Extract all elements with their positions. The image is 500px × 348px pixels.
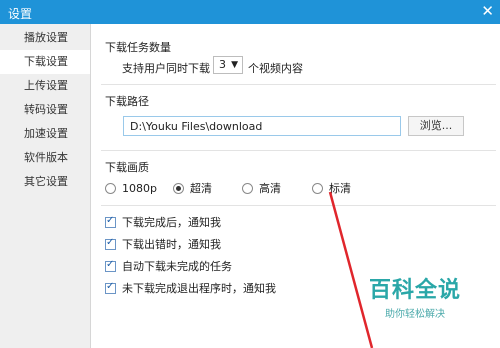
checkbox-label: 下载完成后，通知我 xyxy=(122,216,221,229)
checkbox-label: 下载出错时，通知我 xyxy=(122,238,221,251)
sidebar-item-upload[interactable]: 上传设置 xyxy=(0,74,90,98)
quality-radio-super-hd[interactable]: 超清 xyxy=(173,180,212,196)
divider xyxy=(101,150,496,151)
sidebar-item-download[interactable]: 下载设置 xyxy=(0,50,90,74)
concurrent-count-value: 3 xyxy=(219,58,226,71)
download-settings-panel: 下载任务数量 支持用户同时下载 3 ▼ 个视频内容 下载路径 浏览... 下载画… xyxy=(91,24,500,348)
radio-label: 超清 xyxy=(190,182,212,195)
task-count-heading: 下载任务数量 xyxy=(105,41,171,54)
radio-label: 标清 xyxy=(329,182,351,195)
radio-label: 1080p xyxy=(122,181,157,195)
quality-radio-1080p[interactable]: 1080p xyxy=(105,180,157,196)
sidebar-item-other[interactable]: 其它设置 xyxy=(0,170,90,194)
download-path-input[interactable] xyxy=(123,116,401,136)
sidebar-item-version[interactable]: 软件版本 xyxy=(0,146,90,170)
checkbox-checked[interactable] xyxy=(105,259,116,272)
concurrent-count-select[interactable]: 3 ▼ xyxy=(213,56,243,74)
notify-error-checkbox[interactable]: 下载出错时，通知我 xyxy=(105,236,221,252)
title-bar: 设置 ✕ xyxy=(0,0,500,24)
divider xyxy=(101,205,496,206)
quality-heading: 下载画质 xyxy=(105,161,149,174)
radio-label: 高清 xyxy=(259,182,281,195)
divider xyxy=(101,84,496,85)
chevron-down-icon: ▼ xyxy=(231,60,238,70)
checkbox-label: 未下载完成退出程序时，通知我 xyxy=(122,282,276,295)
radio-button[interactable] xyxy=(242,182,253,194)
settings-sidebar: 播放设置 下载设置 上传设置 转码设置 加速设置 软件版本 其它设置 xyxy=(0,24,91,348)
concurrent-suffix-label: 个视频内容 xyxy=(248,62,303,75)
browse-button[interactable]: 浏览... xyxy=(408,116,464,136)
radio-button[interactable] xyxy=(312,182,323,194)
sidebar-item-transcode[interactable]: 转码设置 xyxy=(0,98,90,122)
quality-radio-hd[interactable]: 高清 xyxy=(242,180,281,196)
checkbox-checked[interactable] xyxy=(105,237,116,250)
auto-resume-checkbox[interactable]: 自动下载未完成的任务 xyxy=(105,258,232,274)
radio-button[interactable] xyxy=(105,182,116,194)
checkbox-checked[interactable] xyxy=(105,215,116,228)
checkbox-checked[interactable] xyxy=(105,281,116,294)
sidebar-item-acceleration[interactable]: 加速设置 xyxy=(0,122,90,146)
notify-exit-checkbox[interactable]: 未下载完成退出程序时，通知我 xyxy=(105,280,276,296)
checkbox-label: 自动下载未完成的任务 xyxy=(122,260,232,273)
notify-complete-checkbox[interactable]: 下载完成后，通知我 xyxy=(105,214,221,230)
close-icon[interactable]: ✕ xyxy=(481,3,494,19)
radio-button-selected[interactable] xyxy=(173,182,184,194)
window-title: 设置 xyxy=(8,7,33,21)
sidebar-item-playback[interactable]: 播放设置 xyxy=(0,26,90,50)
path-heading: 下载路径 xyxy=(105,95,149,108)
concurrent-prefix-label: 支持用户同时下载 xyxy=(122,62,210,75)
quality-radio-sd[interactable]: 标清 xyxy=(312,180,351,196)
